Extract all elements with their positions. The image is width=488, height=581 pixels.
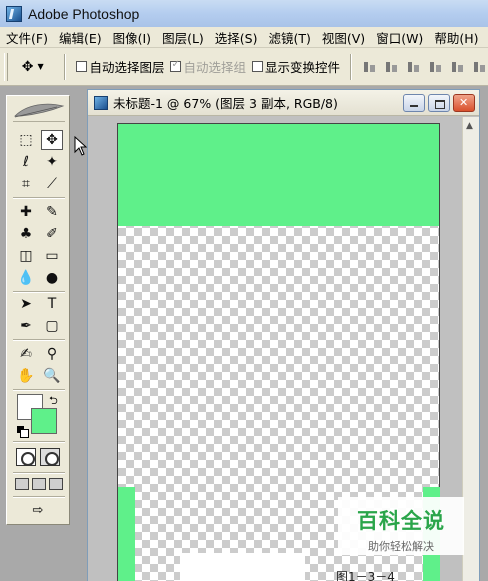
minimize-button[interactable] bbox=[403, 94, 425, 112]
move-tool-icon: ✥ bbox=[21, 58, 34, 75]
auto-select-layer-label: 自动选择图层 bbox=[89, 60, 165, 75]
move-tool-icon[interactable]: ✥ bbox=[41, 130, 63, 150]
document-title-bar[interactable]: 未标题-1 @ 67% (图层 3 副本, RGB/8) bbox=[88, 90, 479, 116]
chevron-down-icon: ▼ bbox=[37, 62, 44, 71]
watermark-subtitle: 助你轻松解决 bbox=[368, 540, 434, 553]
toolbox: ⬚ ✥ ℓ ✦ ⌗ ⟋ ✚ ✎ ♣ ✐ ◫ ▭ 💧 ● ➤ T ✒ ▢ ✍ ⚲ … bbox=[6, 95, 70, 525]
green-layer-top bbox=[118, 124, 439, 226]
blur-tool-icon[interactable]: 💧 bbox=[15, 268, 37, 288]
align-right-icon[interactable] bbox=[472, 59, 488, 75]
toolbox-separator bbox=[13, 389, 65, 391]
type-tool-icon[interactable]: T bbox=[41, 294, 63, 314]
figure-label: 图1－3－4 bbox=[336, 570, 395, 581]
jump-to-imageready-button[interactable]: ⇨ bbox=[21, 501, 55, 519]
pen-tool-icon[interactable]: ✒ bbox=[15, 316, 37, 336]
menu-window[interactable]: 窗口(W) bbox=[376, 28, 423, 47]
full-screen-menu-mode-button[interactable] bbox=[32, 478, 46, 490]
green-layer-left bbox=[118, 487, 135, 581]
mouse-cursor-icon bbox=[74, 136, 88, 156]
align-left-icon[interactable] bbox=[428, 59, 444, 75]
history-brush-tool-icon[interactable]: ✐ bbox=[41, 224, 63, 244]
show-transform-controls-label: 显示变换控件 bbox=[264, 60, 340, 75]
options-separator bbox=[64, 53, 67, 80]
menu-help[interactable]: 帮助(H) bbox=[434, 28, 478, 47]
window-controls bbox=[403, 94, 475, 112]
toolbox-separator bbox=[13, 472, 65, 474]
toolbox-separator bbox=[13, 441, 65, 443]
menu-view[interactable]: 视图(V) bbox=[322, 28, 365, 47]
menu-select[interactable]: 选择(S) bbox=[215, 28, 258, 47]
gradient-tool-icon[interactable]: ▭ bbox=[41, 246, 63, 266]
marquee-tool-icon[interactable]: ⬚ bbox=[15, 130, 37, 150]
options-bar: ✥ ▼ 自动选择图层 自动选择组 显示变换控件 bbox=[0, 48, 488, 86]
standard-mode-button[interactable] bbox=[16, 448, 36, 466]
magic-wand-tool-icon[interactable]: ✦ bbox=[41, 152, 63, 172]
hand-tool-icon[interactable]: ✋ bbox=[15, 366, 37, 386]
default-colors-icon[interactable] bbox=[17, 426, 29, 438]
eraser-tool-icon[interactable]: ◫ bbox=[15, 246, 37, 266]
toolbox-separator bbox=[13, 291, 65, 293]
path-selection-tool-icon[interactable]: ➤ bbox=[15, 294, 37, 314]
eyedropper-tool-icon[interactable]: ⚲ bbox=[41, 344, 63, 364]
menu-image[interactable]: 图像(I) bbox=[113, 28, 151, 47]
align-buttons bbox=[362, 59, 488, 75]
menu-file[interactable]: 文件(F) bbox=[6, 28, 48, 47]
dodge-tool-icon[interactable]: ● bbox=[41, 268, 63, 288]
options-bar-grip[interactable] bbox=[4, 52, 8, 81]
tool-preset-picker[interactable]: ✥ ▼ bbox=[22, 59, 55, 75]
brush-tool-icon[interactable]: ✎ bbox=[41, 202, 63, 222]
swap-colors-icon[interactable]: ⮌ bbox=[49, 392, 58, 411]
feather-logo-icon[interactable] bbox=[13, 100, 65, 122]
full-screen-mode-button[interactable] bbox=[49, 478, 63, 490]
checkbox-box-disabled bbox=[170, 59, 182, 72]
lasso-tool-icon[interactable]: ℓ bbox=[15, 152, 37, 172]
healing-brush-tool-icon[interactable]: ✚ bbox=[15, 202, 37, 222]
toolbox-separator bbox=[13, 197, 65, 199]
show-transform-controls-checkbox[interactable]: 显示变换控件 bbox=[251, 57, 340, 76]
align-horizontal-center-icon[interactable] bbox=[450, 59, 466, 75]
crop-tool-icon[interactable]: ⌗ bbox=[15, 174, 37, 194]
zoom-tool-icon[interactable]: 🔍 bbox=[41, 366, 63, 386]
close-button[interactable] bbox=[453, 94, 475, 112]
clone-stamp-tool-icon[interactable]: ♣ bbox=[15, 224, 37, 244]
notes-tool-icon[interactable]: ✍ bbox=[15, 344, 37, 364]
photoshop-app: Adobe Photoshop 文件(F) 编辑(E) 图像(I) 图层(L) … bbox=[0, 0, 488, 581]
maximize-button[interactable] bbox=[428, 94, 450, 112]
app-title: Adobe Photoshop bbox=[28, 5, 140, 22]
align-vertical-center-icon[interactable] bbox=[384, 59, 400, 75]
scroll-up-icon[interactable]: ▲ bbox=[466, 121, 473, 131]
white-layer-block bbox=[180, 553, 305, 581]
checkbox-box[interactable] bbox=[76, 61, 88, 72]
slice-tool-icon[interactable]: ⟋ bbox=[41, 174, 63, 194]
document-title: 未标题-1 @ 67% (图层 3 副本, RGB/8) bbox=[113, 96, 338, 111]
align-top-icon[interactable] bbox=[362, 59, 378, 75]
auto-select-layer-checkbox[interactable]: 自动选择图层 bbox=[76, 57, 164, 76]
vertical-scrollbar[interactable]: ▲ bbox=[462, 117, 479, 581]
watermark-title: 百科全说 bbox=[357, 509, 445, 533]
align-bottom-icon[interactable] bbox=[406, 59, 422, 75]
feather-icon bbox=[14, 103, 65, 118]
menu-filter[interactable]: 滤镜(T) bbox=[268, 28, 310, 47]
options-separator bbox=[350, 53, 352, 80]
shape-tool-icon[interactable]: ▢ bbox=[41, 316, 63, 336]
auto-select-group-checkbox: 自动选择组 bbox=[170, 57, 246, 76]
auto-select-group-label: 自动选择组 bbox=[183, 60, 246, 75]
menu-edit[interactable]: 编辑(E) bbox=[59, 28, 102, 47]
watermark: 百科全说 助你轻松解决 bbox=[338, 497, 464, 555]
menu-bar: 文件(F) 编辑(E) 图像(I) 图层(L) 选择(S) 滤镜(T) 视图(V… bbox=[0, 27, 488, 48]
toolbox-separator bbox=[13, 339, 65, 341]
foreground-color-swatch[interactable] bbox=[31, 408, 57, 434]
title-bar: Adobe Photoshop bbox=[0, 0, 488, 27]
toolbox-separator bbox=[13, 496, 65, 498]
checkbox-box[interactable] bbox=[251, 61, 263, 72]
quick-mask-mode-button[interactable] bbox=[40, 448, 60, 466]
document-icon bbox=[94, 95, 108, 110]
menu-layer[interactable]: 图层(L) bbox=[162, 28, 204, 47]
standard-screen-mode-button[interactable] bbox=[15, 478, 29, 490]
photoshop-logo-icon bbox=[6, 5, 22, 22]
